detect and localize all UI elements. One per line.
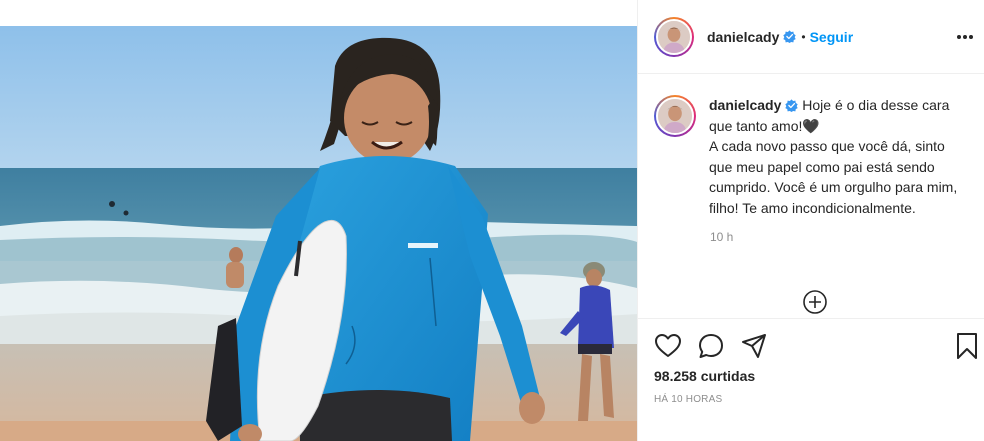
post-photo-area <box>0 0 637 441</box>
paper-plane-icon[interactable] <box>740 332 768 360</box>
post-sidebar: danielcady • Seguir danielcady Hoje é o … <box>637 0 984 441</box>
post-author-username[interactable]: danielcady <box>707 29 779 45</box>
instagram-post: danielcady • Seguir danielcady Hoje é o … <box>0 0 984 441</box>
caption-avatar-image <box>656 97 694 135</box>
post-header: danielcady • Seguir <box>638 0 984 74</box>
posted-time[interactable]: HÁ 10 HORAS <box>654 394 722 405</box>
caption: danielcady Hoje é o dia desse cara que t… <box>654 95 969 218</box>
caption-body: Hoje é o dia desse cara que tanto amo!🖤 … <box>709 97 958 216</box>
avatar[interactable] <box>654 16 694 57</box>
avatar-image <box>656 18 692 55</box>
heart-icon[interactable] <box>654 332 682 360</box>
verified-badge-icon <box>785 99 799 112</box>
more-options-icon[interactable] <box>955 27 975 47</box>
caption-timestamp[interactable]: 10 h <box>710 230 969 244</box>
comments-section: danielcady Hoje é o dia desse cara que t… <box>638 75 984 318</box>
verified-badge-icon <box>783 30 797 43</box>
caption-username[interactable]: danielcady <box>709 97 781 113</box>
follow-button[interactable]: Seguir <box>810 29 854 45</box>
post-photo[interactable] <box>0 26 637 441</box>
post-actions: 98.258 curtidas HÁ 10 HORAS <box>638 318 984 441</box>
separator-dot: • <box>801 29 806 44</box>
plus-circle-icon[interactable] <box>802 289 828 315</box>
comment-bubble-icon[interactable] <box>697 332 725 360</box>
bookmark-icon[interactable] <box>953 332 981 360</box>
caption-avatar[interactable] <box>654 95 696 137</box>
caption-text-block: danielcady Hoje é o dia desse cara que t… <box>709 95 969 218</box>
likes-count[interactable]: 98.258 curtidas <box>654 368 755 384</box>
